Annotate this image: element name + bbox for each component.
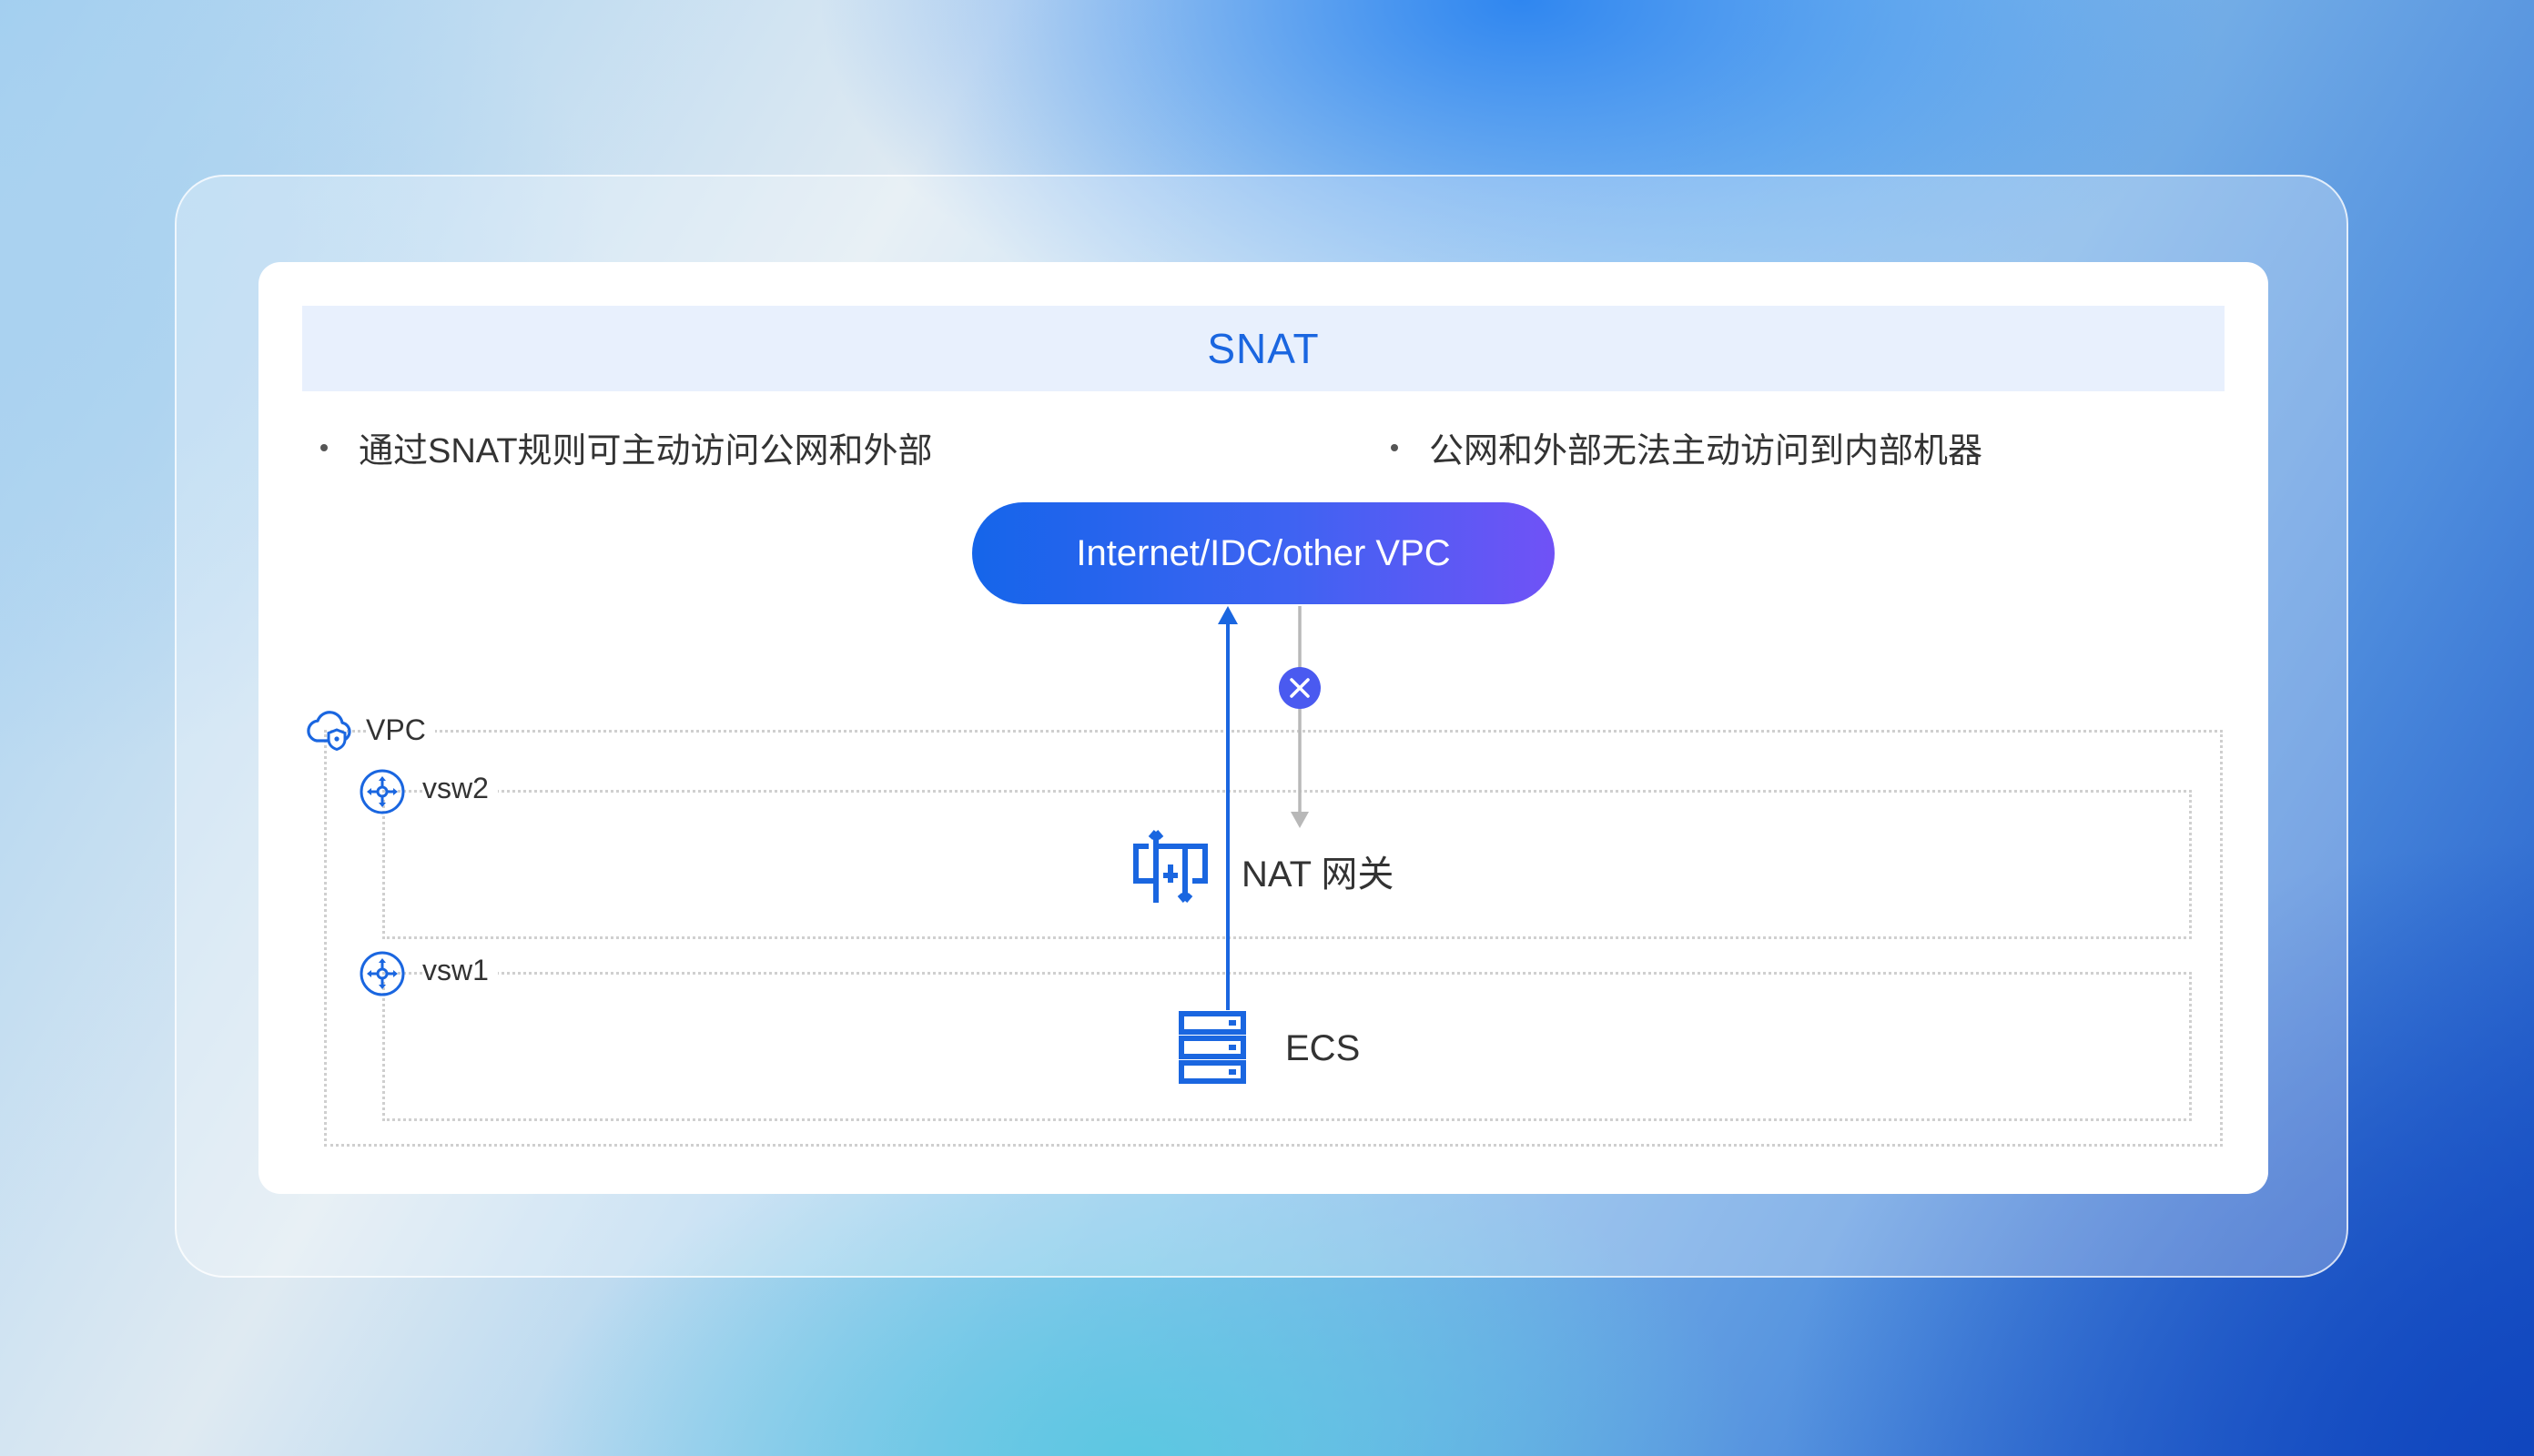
- nat-gateway-label: NAT 网关: [1242, 854, 1394, 895]
- inbound-blocked-arrow: [1291, 606, 1309, 828]
- flow-arrows: [1218, 606, 1321, 1010]
- server-icon: [1179, 1011, 1246, 1084]
- ecs-label: ECS: [1285, 1028, 1361, 1068]
- diagram-card: SNAT 通过SNAT规则可主动访问公网和外部 公网和外部无法主动访问到内部机器…: [258, 262, 2268, 1194]
- nat-gateway-icon: [1133, 830, 1208, 903]
- blocked-marker: [1279, 667, 1321, 709]
- outbound-arrow: [1218, 606, 1238, 1010]
